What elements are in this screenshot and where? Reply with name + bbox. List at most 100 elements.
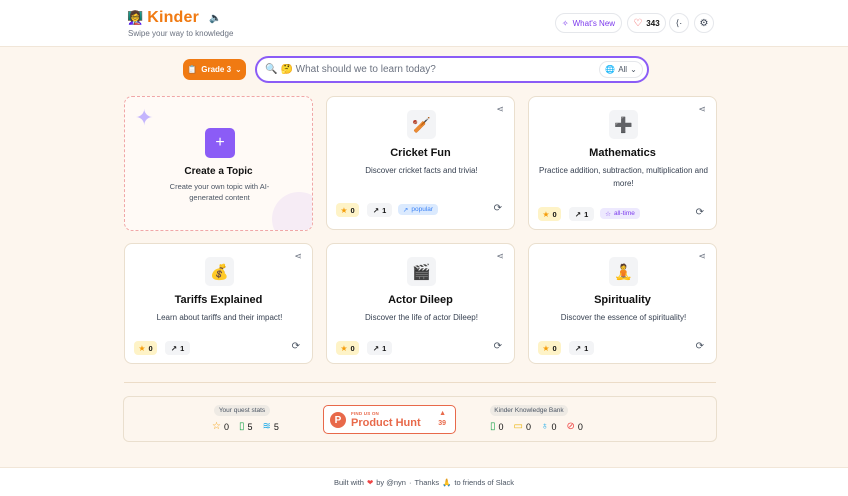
comment-icon: ▭ xyxy=(513,421,523,432)
product-hunt-count: 39 xyxy=(438,420,446,427)
create-topic-card[interactable]: ✦ + Create a Topic Create your own topic… xyxy=(124,96,313,231)
topic-title: Mathematics xyxy=(589,147,656,159)
star-icon: ★ xyxy=(542,209,550,219)
create-topic-title: Create a Topic xyxy=(184,166,253,177)
star-icon: ★ xyxy=(340,343,348,353)
gear-icon: ⚙ xyxy=(699,17,709,29)
star-outline-icon: ☆ xyxy=(212,421,221,432)
trend-count: ↗ 1 xyxy=(367,203,392,217)
likes-count: 343 xyxy=(646,18,660,28)
footer-friends: to friends of Slack xyxy=(454,477,515,487)
plus-math-icon: ➕ xyxy=(609,110,638,139)
whats-new-button[interactable]: ✧ What's New xyxy=(555,13,622,33)
speaker-icon[interactable]: 🔈 xyxy=(209,13,221,24)
refresh-icon[interactable]: ⟳ xyxy=(696,207,704,218)
clipboard-icon: 📋 xyxy=(187,65,198,74)
topic-card-actor-dileep[interactable]: ⋖ 🎬 Actor Dileep Discover the life of ac… xyxy=(326,243,515,364)
grade-selector[interactable]: 📋 Grade 3 ⌄ xyxy=(183,59,246,80)
sparkle-icon: ✦ xyxy=(135,105,154,130)
footer: Built with ❤ by @nyn · Thanks 🙏 to frien… xyxy=(0,467,848,496)
product-hunt-logo-icon: P xyxy=(330,412,346,428)
search-icon: 🔍 xyxy=(265,64,278,75)
quest-stars: 0 xyxy=(223,421,229,432)
cricket-icon: 🏏 xyxy=(407,110,436,139)
plus-icon[interactable]: + xyxy=(205,128,235,158)
clapperboard-icon: 🎬 xyxy=(407,257,436,286)
share-icon[interactable]: ⋖ xyxy=(698,104,706,115)
topic-description: Discover the essence of spirituality! xyxy=(560,313,687,322)
share-icon[interactable]: ⋖ xyxy=(496,251,504,262)
decorative-blob xyxy=(272,192,312,230)
brand-name: Kinder xyxy=(147,9,200,26)
refresh-icon[interactable]: ⟳ xyxy=(696,341,704,352)
topic-card-cricket[interactable]: ⋖ 🏏 Cricket Fun Discover cricket facts a… xyxy=(326,96,515,230)
trend-count: ↗ 1 xyxy=(569,207,594,221)
footer-author-link[interactable]: by @nyn xyxy=(376,478,406,487)
star-count[interactable]: ★ 0 xyxy=(134,341,157,355)
teacher-icon: 👩‍🏫 xyxy=(127,10,144,25)
all-time-badge: ☆ all-time xyxy=(600,208,640,219)
topic-card-tariffs[interactable]: ⋖ 💰 Tariffs Explained Learn about tariff… xyxy=(124,243,313,364)
trend-count: ↗ 1 xyxy=(367,341,392,355)
topic-description: Discover cricket facts and trivia! xyxy=(365,166,478,175)
quest-stats-row: ☆ 0 ▯ 5 ≋ 5 xyxy=(212,421,289,432)
star-icon: ★ xyxy=(340,205,348,215)
footer-separator: · xyxy=(408,477,412,487)
money-bag-icon: 💰 xyxy=(205,257,234,286)
star-icon: ★ xyxy=(138,343,146,353)
likes-button[interactable]: ♡ 343 xyxy=(627,13,666,33)
filter-dropdown[interactable]: 🌐 All ⌄ xyxy=(599,61,643,78)
star-count[interactable]: ★ 0 xyxy=(538,341,561,355)
star-outline-icon: ☆ xyxy=(605,210,611,218)
book-icon: ▯ xyxy=(238,421,245,432)
trend-up-icon: ↗ xyxy=(574,343,582,353)
topic-description: Practice addition, subtraction, multipli… xyxy=(539,166,708,188)
star-count[interactable]: ★ 0 xyxy=(336,341,359,355)
tagline: Swipe your way to knowledge xyxy=(128,29,234,38)
filter-label: All xyxy=(618,65,628,74)
knowledge-bank-label: Kinder Knowledge Bank xyxy=(490,405,568,416)
trend-up-icon: ↗ xyxy=(402,206,409,214)
search-input[interactable] xyxy=(280,64,581,75)
star-icon: ★ xyxy=(542,343,550,353)
trend-up-icon: ↗ xyxy=(372,343,380,353)
layers-icon: ≋ xyxy=(262,421,271,432)
share-icon: ⟨· xyxy=(675,17,683,28)
knowledge-bank-row: ▯ 0 ▭ 0 ♁ 0 ⊘ 0 xyxy=(490,421,593,432)
bank-comments: 0 xyxy=(525,421,531,432)
share-button[interactable]: ⟨· xyxy=(669,13,689,33)
bank-checks: 0 xyxy=(577,421,583,432)
section-divider xyxy=(124,382,716,383)
award-icon: ♁ xyxy=(541,421,549,432)
quest-stats-label: Your quest stats xyxy=(214,405,270,416)
logo[interactable]: 👩‍🏫 Kinder 🔈 xyxy=(127,9,222,27)
globe-icon: 🌐 xyxy=(605,65,616,74)
share-icon[interactable]: ⋖ xyxy=(294,251,302,262)
check-circle-icon: ⊘ xyxy=(566,421,575,432)
star-count[interactable]: ★ 0 xyxy=(336,203,359,217)
topic-description: Discover the life of actor Dileep! xyxy=(365,313,478,322)
search-bar: 🔍 🌐 All ⌄ xyxy=(255,56,649,83)
sparkle-icon: ✧ xyxy=(561,18,569,28)
quest-books: 5 xyxy=(247,421,253,432)
footer-built-with: Built with xyxy=(333,477,364,487)
settings-button[interactable]: ⚙ xyxy=(694,13,714,33)
stats-panel: Your quest stats ☆ 0 ▯ 5 ≋ 5 P FIND US ON P… xyxy=(123,396,717,442)
refresh-icon[interactable]: ⟳ xyxy=(494,341,502,352)
share-icon[interactable]: ⋖ xyxy=(496,104,504,115)
topic-title: Cricket Fun xyxy=(390,147,451,159)
star-count[interactable]: ★ 0 xyxy=(538,207,561,221)
heart-icon: ❤ xyxy=(366,477,374,487)
refresh-icon[interactable]: ⟳ xyxy=(494,203,502,214)
topic-title: Actor Dileep xyxy=(388,294,453,306)
share-icon[interactable]: ⋖ xyxy=(698,251,706,262)
refresh-icon[interactable]: ⟳ xyxy=(292,341,300,352)
footer-thanks: Thanks xyxy=(414,477,440,487)
product-hunt-badge[interactable]: P FIND US ON Product Hunt ▲ 39 xyxy=(323,405,456,434)
heart-icon: ♡ xyxy=(633,17,643,29)
chevron-down-icon: ⌄ xyxy=(235,65,242,74)
meditation-icon: 🧘 xyxy=(609,257,638,286)
topic-card-mathematics[interactable]: ⋖ ➕ Mathematics Practice addition, subtr… xyxy=(528,96,717,230)
topic-card-spirituality[interactable]: ⋖ 🧘 Spirituality Discover the essence of… xyxy=(528,243,717,364)
topic-title: Tariffs Explained xyxy=(174,294,263,306)
